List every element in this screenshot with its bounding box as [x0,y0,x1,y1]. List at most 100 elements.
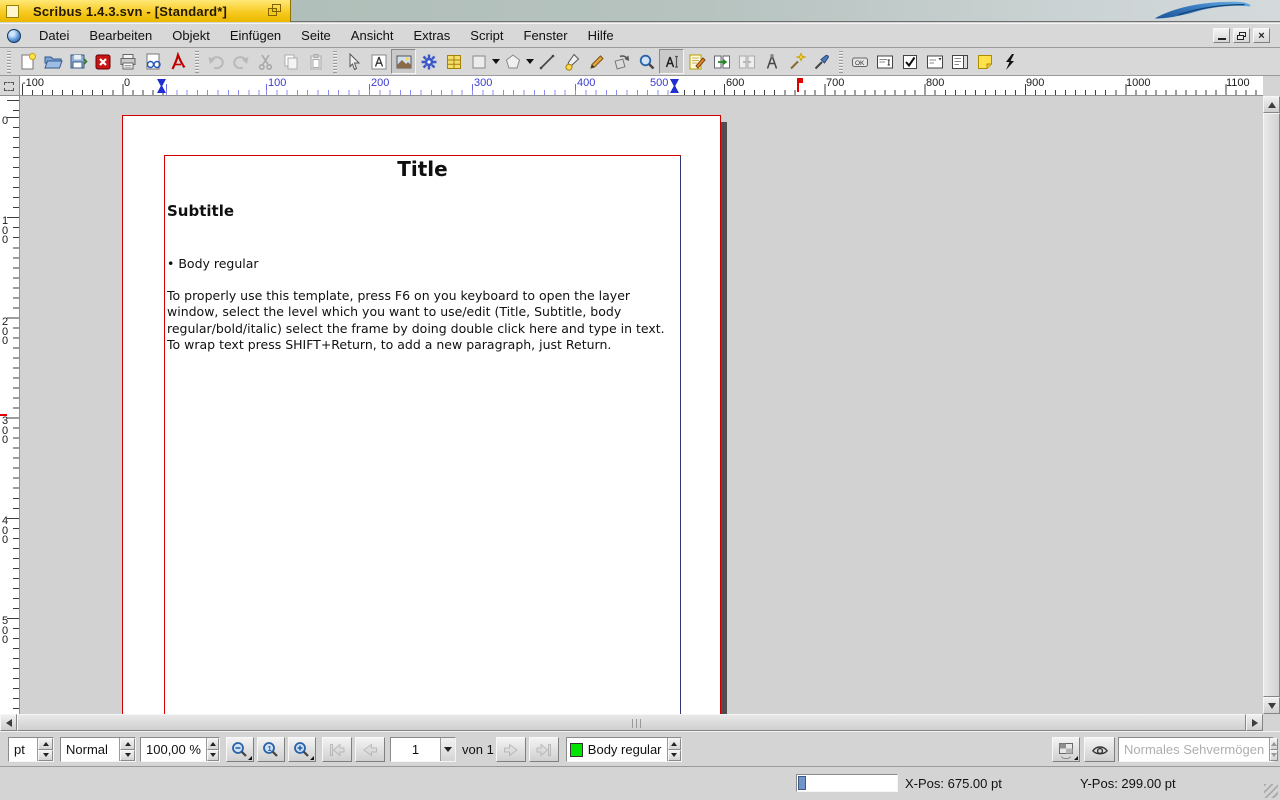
window-title-tab[interactable]: Scribus 1.4.3.svn - [Standard*] [0,0,291,22]
menu-fenster[interactable]: Fenster [514,25,578,46]
select-item-button[interactable] [341,49,366,74]
close-button[interactable]: × [1253,28,1270,43]
previous-page-button[interactable] [355,737,385,762]
insert-bezier-curve-button[interactable] [559,49,584,74]
preview-quality-select[interactable]: Normal [60,737,136,762]
vision-spinner[interactable] [1269,738,1278,761]
menu-script[interactable]: Script [460,25,513,46]
horizontal-ruler[interactable]: -100 0 100 200 300 400 500 600 700 800 9… [20,76,1263,96]
resize-grip[interactable] [1264,784,1278,798]
copy-icon [281,52,301,72]
ruler-origin-widget[interactable] [0,76,20,96]
insert-polygon-button[interactable] [500,49,525,74]
polygon-dropdown-arrow[interactable] [525,49,534,74]
zoom-100-button[interactable]: 1 [257,737,285,762]
insert-line-button[interactable] [534,49,559,74]
minimize-button[interactable] [1213,28,1230,43]
insert-table-button[interactable] [441,49,466,74]
pdf-checkbox-button[interactable] [897,49,922,74]
text-frame[interactable]: Title Subtitle • Body regular To properl… [164,155,681,714]
scroll-left-button[interactable] [0,714,17,731]
open-document-button[interactable] [40,49,65,74]
unit-select[interactable]: pt [8,737,54,762]
link-text-frames-button[interactable] [709,49,734,74]
scroll-right-button[interactable] [1246,714,1263,731]
zoom-level-spinbox[interactable]: 100,00 % [140,737,220,762]
page-number-select[interactable]: 1 [390,737,456,762]
first-page-button[interactable] [322,737,352,762]
last-page-button[interactable] [529,737,559,762]
pdf-combo-box-button[interactable] [922,49,947,74]
vertical-scrollbar-thumb[interactable] [1263,113,1280,697]
zoom-out-button[interactable] [226,737,254,762]
redo-button[interactable] [228,49,253,74]
scroll-up-button[interactable] [1263,96,1280,113]
printer-icon [118,52,138,72]
menu-bearbeiten[interactable]: Bearbeiten [79,25,162,46]
rotate-item-button[interactable] [609,49,634,74]
story-editor-button[interactable] [684,49,709,74]
layer-select[interactable]: Body regular [566,737,682,762]
insert-text-frame-button[interactable] [366,49,391,74]
shape-square-icon [469,52,489,72]
unit-spinner[interactable] [37,738,53,761]
insert-render-frame-button[interactable] [416,49,441,74]
text-field-icon [875,52,895,72]
copy-button[interactable] [278,49,303,74]
vertical-scrollbar[interactable] [1263,96,1280,714]
shape-dropdown-arrow[interactable] [491,49,500,74]
horizontal-scrollbar-thumb[interactable] [17,714,1246,731]
pdf-link-annotation-button[interactable] [997,49,1022,74]
vertical-ruler[interactable]: 0 100 200 300 400 500 600 [0,96,20,714]
save-document-button[interactable] [65,49,90,74]
insert-freehand-line-button[interactable] [584,49,609,74]
edit-contents-button[interactable] [659,49,684,74]
text-frame-icon [369,52,389,72]
menu-hilfe[interactable]: Hilfe [578,25,624,46]
copy-item-properties-button[interactable] [784,49,809,74]
vision-mode-select[interactable]: Normales Sehvermögen [1118,737,1274,762]
pdf-text-field-button[interactable] [872,49,897,74]
undo-button[interactable] [203,49,228,74]
image-preview-quality-button[interactable] [1052,737,1080,762]
layer-spinner[interactable] [667,738,681,761]
insert-image-frame-button[interactable] [391,49,416,74]
zoom-tool-button[interactable] [634,49,659,74]
menu-objekt[interactable]: Objekt [162,25,220,46]
export-pdf-button[interactable] [165,49,190,74]
shade-window-icon[interactable] [268,4,282,17]
cut-button[interactable] [253,49,278,74]
preview-mode-button[interactable] [1084,737,1115,762]
next-page-icon [501,740,521,760]
quality-spinner[interactable] [119,738,135,761]
menu-ansicht[interactable]: Ansicht [341,25,404,46]
horizontal-scrollbar[interactable] [0,714,1263,731]
close-document-button[interactable] [90,49,115,74]
print-button[interactable] [115,49,140,74]
measurements-button[interactable] [759,49,784,74]
toolbar-handle[interactable] [5,51,12,73]
menu-extras[interactable]: Extras [403,25,460,46]
magnifier-icon [637,52,657,72]
pdf-list-box-button[interactable] [947,49,972,74]
pdf-push-button-button[interactable]: OK [847,49,872,74]
hruler-label: 700 [826,77,844,89]
paste-button[interactable] [303,49,328,74]
menu-seite[interactable]: Seite [291,25,341,46]
pdf-text-annotation-button[interactable] [972,49,997,74]
zoom-in-button[interactable] [288,737,316,762]
combo-box-icon [925,52,945,72]
eye-dropper-button[interactable] [809,49,834,74]
next-page-button[interactable] [496,737,526,762]
zoom-spinner[interactable] [206,738,219,761]
menu-einfuegen[interactable]: Einfügen [220,25,291,46]
preflight-verifier-button[interactable] [140,49,165,74]
restore-button[interactable] [1233,28,1250,43]
insert-shape-button[interactable] [466,49,491,74]
unlink-text-frames-button[interactable] [734,49,759,74]
page-dropdown-button[interactable] [440,738,455,761]
menu-datei[interactable]: Datei [29,25,79,46]
document-page[interactable]: Title Subtitle • Body regular To properl… [122,115,721,714]
new-document-button[interactable] [15,49,40,74]
scroll-down-button[interactable] [1263,697,1280,714]
